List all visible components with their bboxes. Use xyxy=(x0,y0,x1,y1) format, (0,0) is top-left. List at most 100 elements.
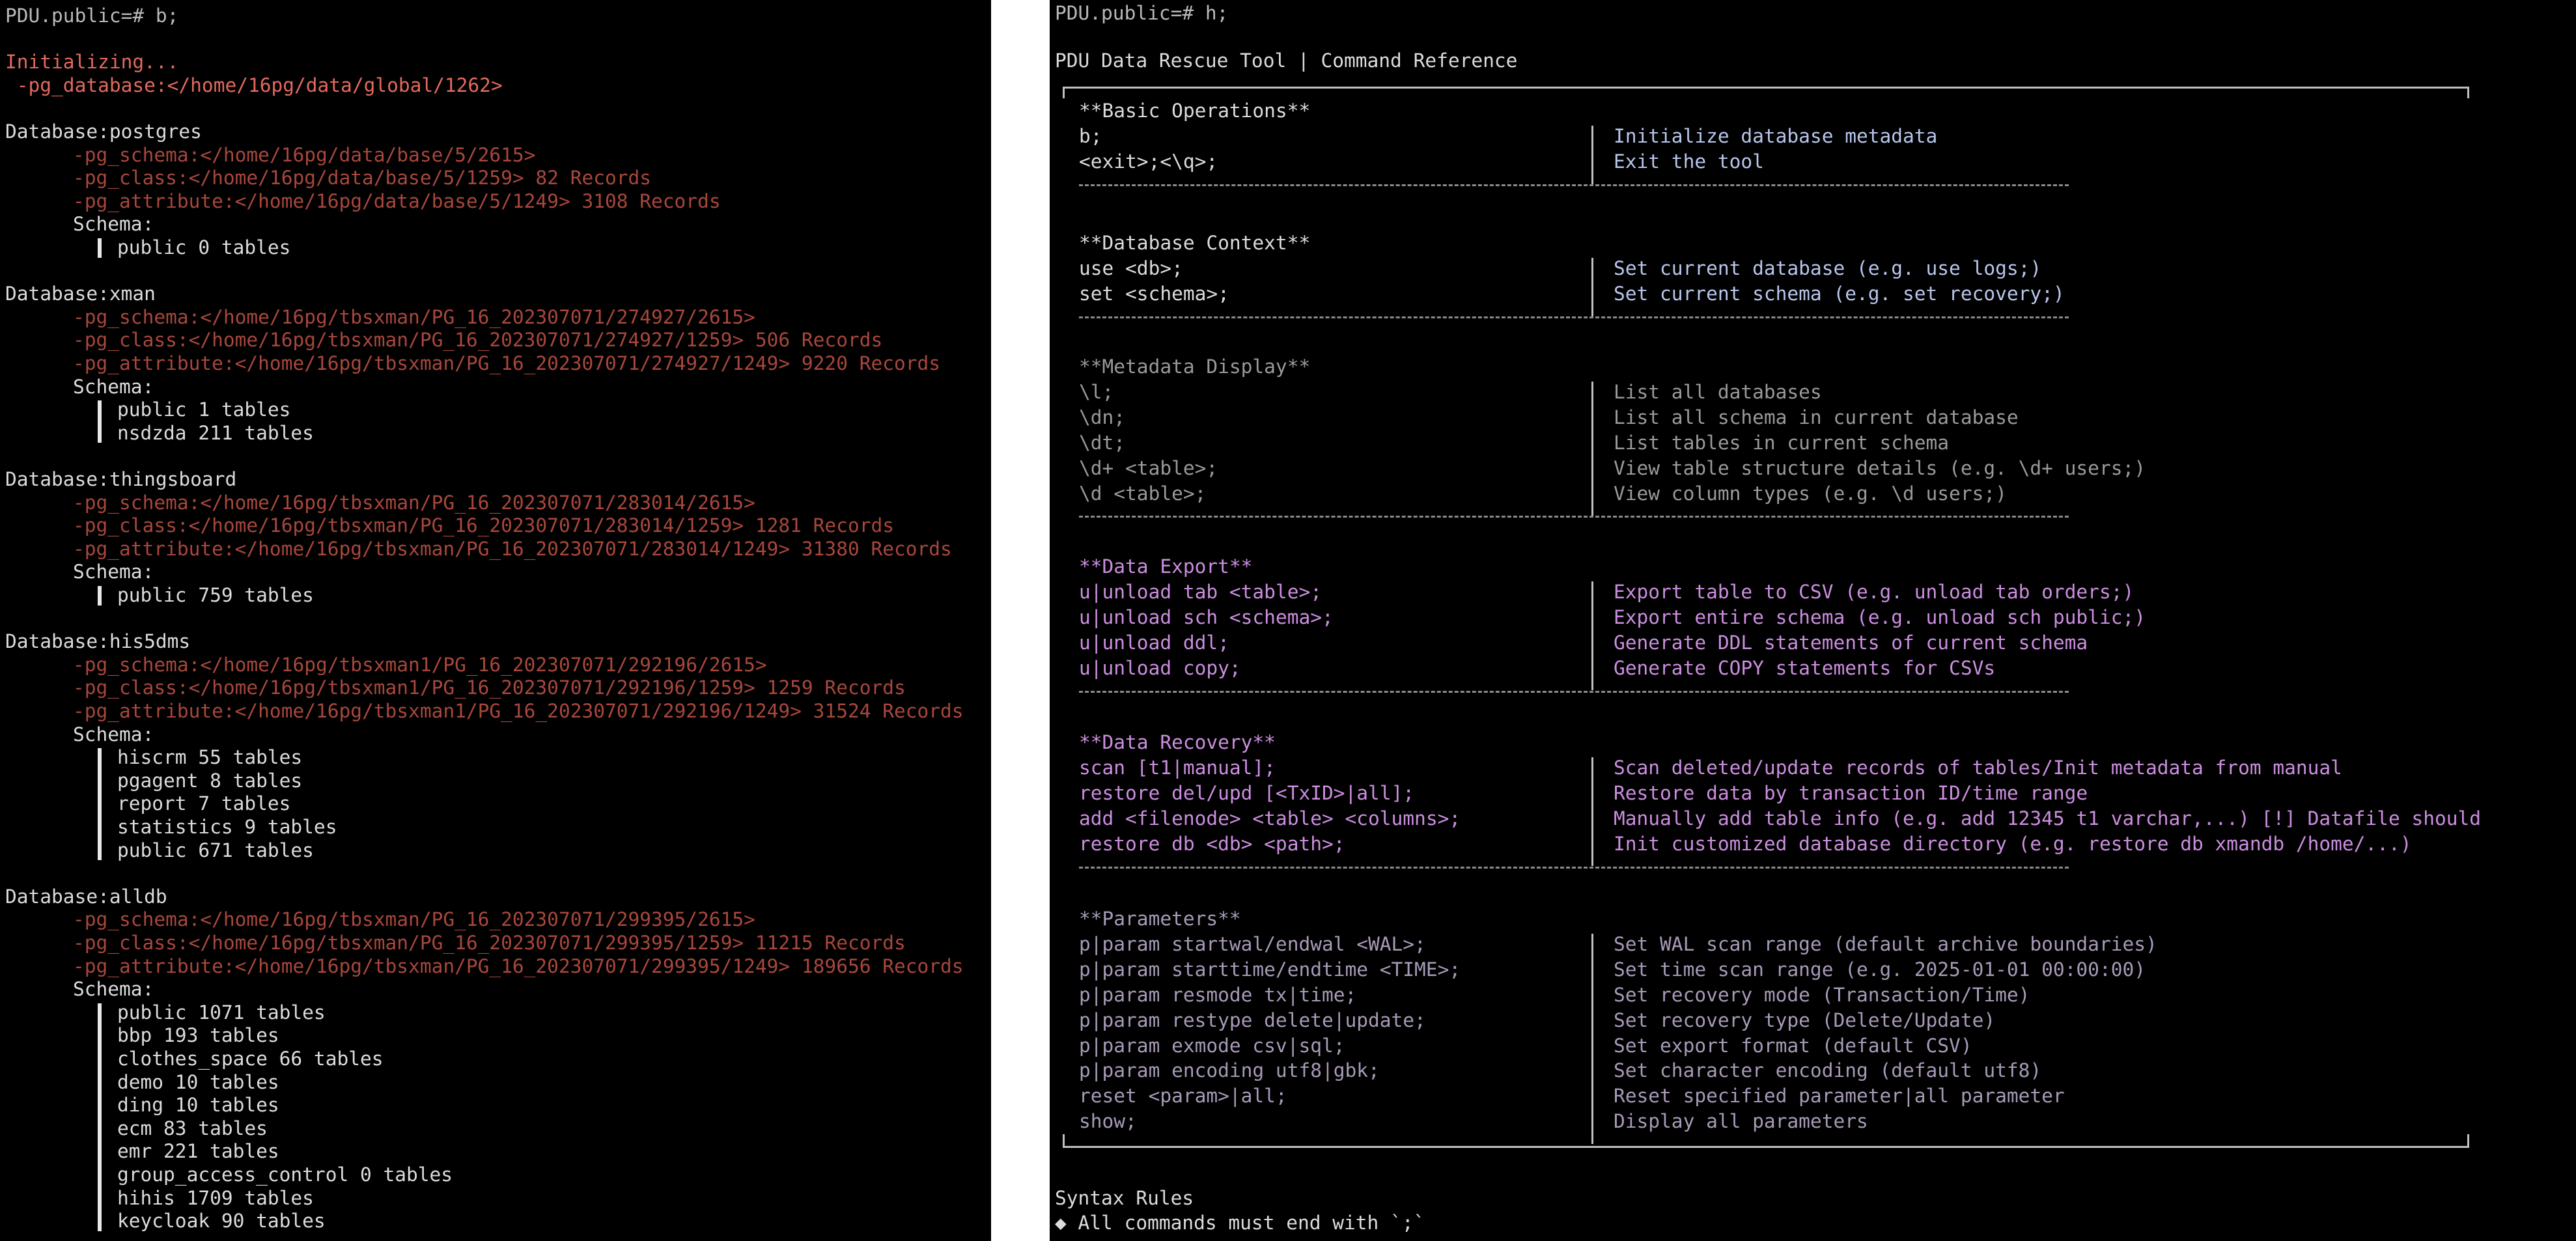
schema-entry: bbp 193 tables xyxy=(117,1024,279,1047)
command-description: Set character encoding (default utf8) xyxy=(1614,1059,2042,1082)
section-heading: **Parameters** xyxy=(1079,908,1241,930)
command-description: View table structure details (e.g. \d+ u… xyxy=(1614,456,2146,479)
init-message: Initializing... xyxy=(5,51,179,74)
column-divider xyxy=(1591,933,1593,1145)
section-heading: **Basic Operations** xyxy=(1079,100,1311,122)
command-syntax: \dt; xyxy=(1079,431,1126,454)
schema-entry: nsdzda 211 tables xyxy=(117,421,314,444)
schema-entry: clothes_space 66 tables xyxy=(117,1048,384,1070)
section-separator xyxy=(1079,690,2069,693)
pg-class-path: -pg_class:</home/16pg/tbsxman1/PG_16_202… xyxy=(73,676,906,699)
help-box-right-tick xyxy=(2467,87,2469,98)
section-separator xyxy=(1079,316,2069,318)
pg-schema-path: -pg_schema:</home/16pg/tbsxman/PG_16_202… xyxy=(73,305,755,328)
command-syntax: u|unload tab <table>; xyxy=(1079,580,1322,603)
command-syntax: b; xyxy=(1079,124,1102,147)
schema-entry: public 1071 tables xyxy=(117,1001,326,1024)
command-description: Generate COPY statements for CSVs xyxy=(1614,656,1996,679)
pg-database-path: -pg_database:</home/16pg/data/global/126… xyxy=(5,74,503,96)
help-title: PDU Data Rescue Tool | Command Reference xyxy=(1055,49,1518,72)
pg-class-path: -pg_class:</home/16pg/tbsxman/PG_16_2023… xyxy=(73,329,883,352)
command-description: List all schema in current database xyxy=(1614,406,2019,428)
database-header: Database:thingsboard xyxy=(5,468,237,490)
schema-entry: demo 10 tables xyxy=(117,1070,279,1093)
pg-class-path: -pg_class:</home/16pg/tbsxman/PG_16_2023… xyxy=(73,514,894,537)
command-description: Generate DDL statements of current schem… xyxy=(1614,631,2088,654)
command-syntax: \l; xyxy=(1079,380,1114,403)
schema-entry: public 1 tables xyxy=(117,398,291,421)
schema-tree-bar xyxy=(98,748,102,861)
column-divider xyxy=(1591,757,1593,867)
section-heading: **Metadata Display** xyxy=(1079,356,1311,378)
left-terminal-pane[interactable]: PDU.public=# b; Initializing... -pg_datab… xyxy=(0,0,991,1241)
column-divider xyxy=(1591,581,1593,691)
pg-attribute-path: -pg_attribute:</home/16pg/tbsxman/PG_16_… xyxy=(73,955,964,977)
schema-entry: public 759 tables xyxy=(117,584,314,606)
help-box-right-tick xyxy=(2467,1134,2469,1146)
syntax-rules-title: Syntax Rules xyxy=(1055,1187,1194,1209)
pg-attribute-path: -pg_attribute:</home/16pg/tbsxman1/PG_16… xyxy=(73,700,964,722)
schema-entry: hiscrm 55 tables xyxy=(117,746,303,769)
pg-schema-path: -pg_schema:</home/16pg/data/base/5/2615> xyxy=(73,143,536,166)
schema-label: Schema: xyxy=(73,375,154,398)
schema-tree-bar xyxy=(98,586,102,606)
schema-tree-bar xyxy=(98,1003,102,1231)
command-syntax: use <db>; xyxy=(1079,257,1183,279)
schema-entry: hihis 1709 tables xyxy=(117,1186,314,1209)
command-description: View column types (e.g. \d users;) xyxy=(1614,482,2007,505)
pg-attribute-path: -pg_attribute:</home/16pg/data/base/5/12… xyxy=(73,189,721,212)
command-syntax: p|param resmode tx|time; xyxy=(1079,983,1357,1006)
section-separator xyxy=(1079,866,2069,869)
section-separator xyxy=(1079,184,2069,186)
pg-schema-path: -pg_schema:</home/16pg/tbsxman/PG_16_202… xyxy=(73,908,755,931)
schema-entry: statistics 9 tables xyxy=(117,816,337,838)
command-description: Export entire schema (e.g. unload sch pu… xyxy=(1614,606,2146,628)
command-syntax: u|unload sch <schema>; xyxy=(1079,606,1334,628)
schema-entry: group_access_control 0 tables xyxy=(117,1164,453,1186)
command-syntax: p|param restype delete|update; xyxy=(1079,1009,1426,1031)
schema-entry: pgagent 8 tables xyxy=(117,769,303,792)
command-description: Export table to CSV (e.g. unload tab ord… xyxy=(1614,580,2135,603)
schema-label: Schema: xyxy=(73,978,154,1001)
command-syntax: \d <table>; xyxy=(1079,482,1207,505)
schema-label: Schema: xyxy=(73,723,154,746)
command-syntax: add <filenode> <table> <columns>; xyxy=(1079,807,1461,830)
schema-entry: report 7 tables xyxy=(117,792,291,815)
command-syntax: p|param starttime/endtime <TIME>; xyxy=(1079,958,1461,981)
help-box-bottom-border xyxy=(1063,1146,2469,1148)
section-heading: **Database Context** xyxy=(1079,232,1311,254)
command-description: Set WAL scan range (default archive boun… xyxy=(1614,932,2157,955)
schema-entry: ecm 83 tables xyxy=(117,1117,268,1139)
database-header: Database:xman xyxy=(5,283,156,305)
pg-schema-path: -pg_schema:</home/16pg/tbsxman/PG_16_202… xyxy=(73,491,755,514)
command-description: Set current database (e.g. use logs;) xyxy=(1614,257,2042,279)
section-separator xyxy=(1079,516,2069,518)
command-description: Set current schema (e.g. set recovery;) xyxy=(1614,282,2065,305)
schema-entry: public 0 tables xyxy=(117,236,291,258)
pg-attribute-path: -pg_attribute:</home/16pg/tbsxman/PG_16_… xyxy=(73,352,941,374)
right-terminal-pane[interactable]: PDU.public=# h; PDU Data Rescue Tool | Co… xyxy=(1050,0,2576,1241)
column-divider xyxy=(1591,125,1593,184)
command-syntax: u|unload copy; xyxy=(1079,656,1241,679)
command-description: Set time scan range (e.g. 2025-01-01 00:… xyxy=(1614,958,2146,981)
command-description: Initialize database metadata xyxy=(1614,124,1938,147)
command-description: Exit the tool xyxy=(1614,150,1764,173)
command-description: Manually add table info (e.g. add 12345 … xyxy=(1614,807,2482,830)
command-syntax: p|param startwal/endwal <WAL>; xyxy=(1079,932,1426,955)
command-description: Set recovery type (Delete/Update) xyxy=(1614,1009,1996,1031)
command-prompt: PDU.public=# h; xyxy=(1055,2,1229,24)
command-description: List all databases xyxy=(1614,380,1822,403)
command-syntax: restore db <db> <path>; xyxy=(1079,832,1345,855)
command-syntax: p|param encoding utf8|gbk; xyxy=(1079,1059,1380,1082)
help-box-left-tick xyxy=(1063,87,1065,98)
help-box-left-tick xyxy=(1063,1134,1065,1146)
section-heading: **Data Export** xyxy=(1079,555,1253,578)
command-description: Init customized database directory (e.g.… xyxy=(1614,832,2412,855)
command-syntax: u|unload ddl; xyxy=(1079,631,1229,654)
command-description: Restore data by transaction ID/time rang… xyxy=(1614,781,2088,804)
command-description: Reset specified parameter|all parameter xyxy=(1614,1085,2065,1108)
help-box-top-border xyxy=(1063,87,2469,89)
command-prompt: PDU.public=# b; xyxy=(5,5,179,27)
command-syntax: reset <param>|all; xyxy=(1079,1085,1287,1108)
command-syntax: restore del/upd [<TxID>|all]; xyxy=(1079,781,1415,804)
